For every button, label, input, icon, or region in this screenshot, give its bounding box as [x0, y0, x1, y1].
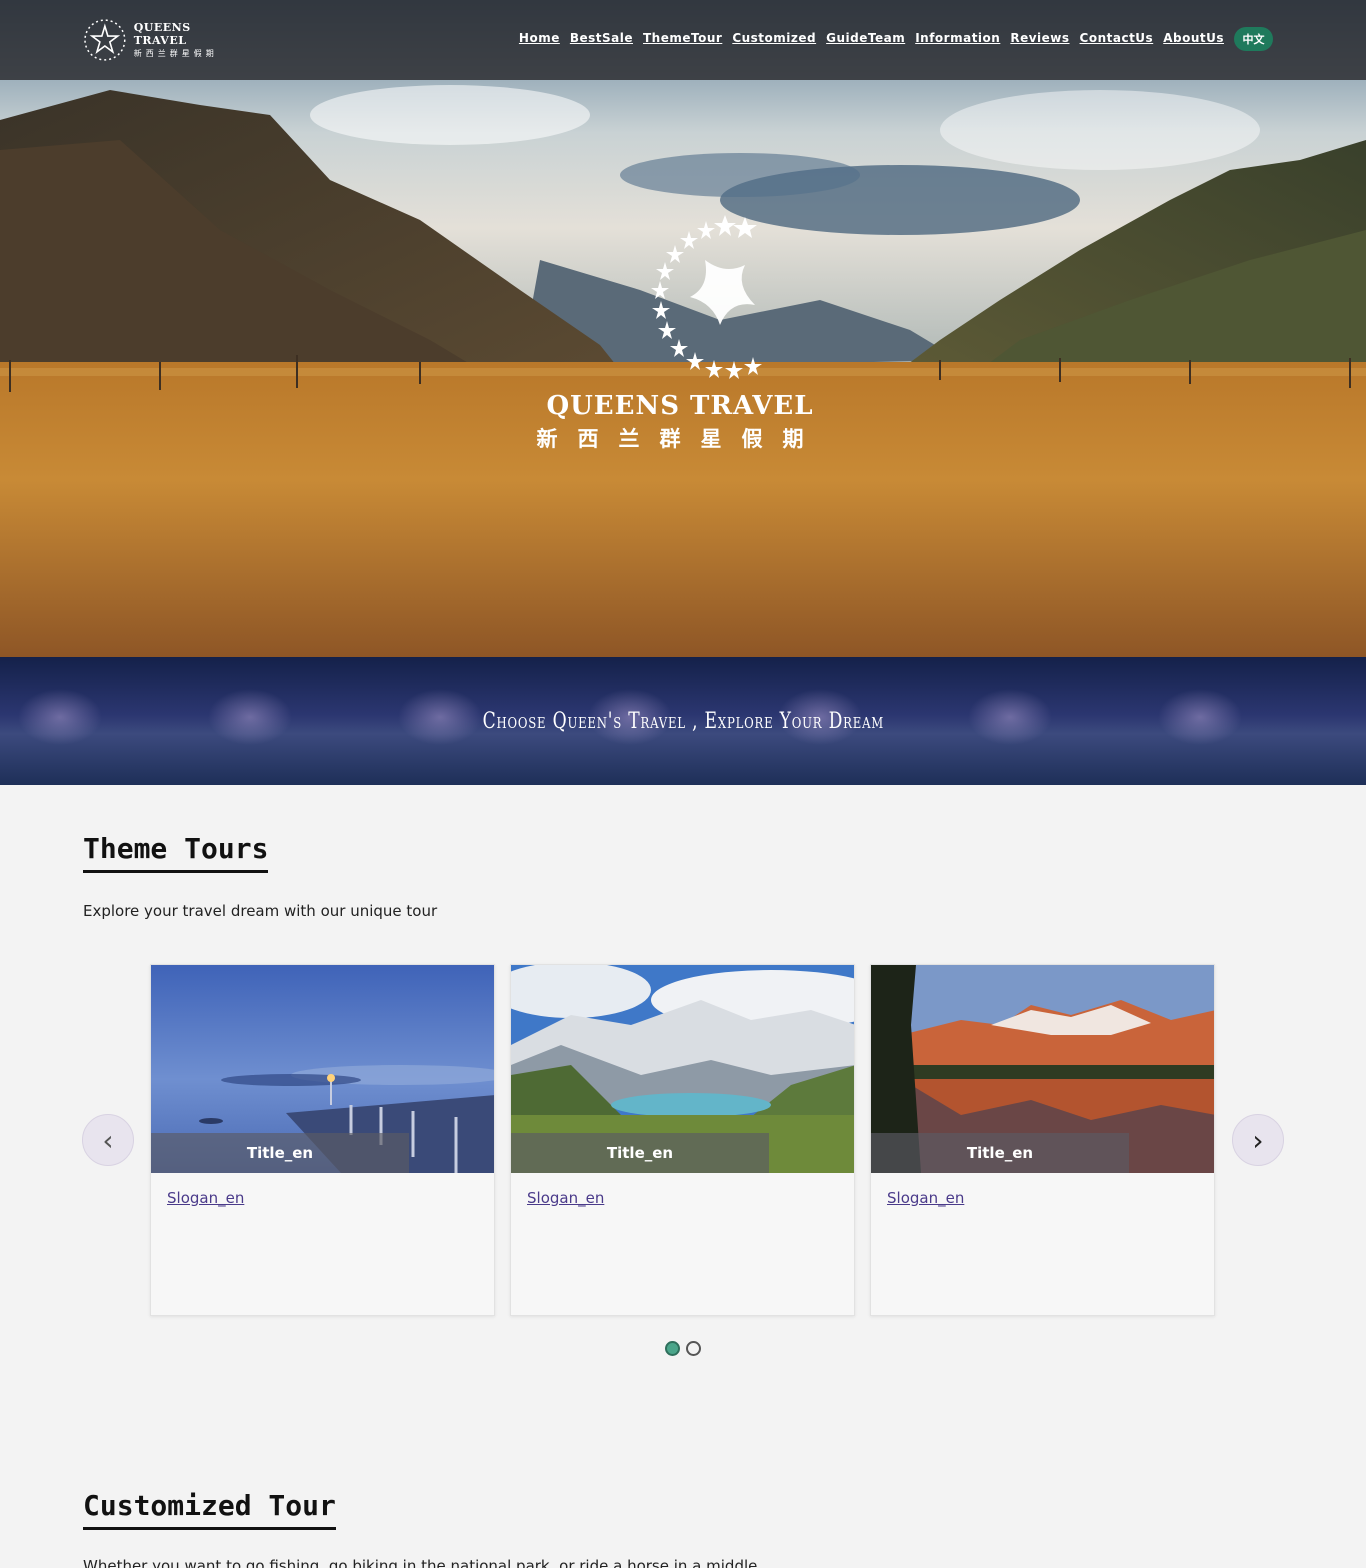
nav-item-guideteam[interactable]: GuideTeam — [826, 31, 905, 45]
logo-star-icon — [84, 19, 126, 61]
slogan-banner: Choose Queen's Travel , Explore Your Dre… — [0, 657, 1366, 785]
hero-banner: Queens Travel 新西兰群星假期 Home BestSale Them… — [0, 0, 1366, 657]
tour-photo-sunset-mountain-reflection: Title_en — [871, 965, 1214, 1173]
tour-photo-lake-pier: Title_en — [151, 965, 494, 1173]
nav-item-themetour[interactable]: ThemeTour — [643, 31, 722, 45]
tour-title: Title_en — [871, 1133, 1129, 1173]
nav-item-bestsale[interactable]: BestSale — [570, 31, 633, 45]
tour-card[interactable]: Title_en Slogan_en — [870, 964, 1215, 1316]
hero-star-emblem-icon — [651, 215, 762, 379]
carousel-pagination — [665, 1341, 701, 1356]
logo-text-en: Queens Travel — [133, 21, 191, 47]
hero-logo-text-cn: 新西兰群星假期 — [536, 427, 824, 451]
nav-item-information[interactable]: Information — [915, 31, 1000, 45]
customized-tour-description: Whether you want to go fishing, go bikin… — [83, 1557, 758, 1568]
tour-photo-snow-mountain-lake: Title_en — [511, 965, 854, 1173]
carousel-next-button[interactable]: › — [1232, 1114, 1284, 1166]
tour-card[interactable]: Title_en Slogan_en — [510, 964, 855, 1316]
theme-tours-title: Theme Tours — [83, 832, 269, 873]
carousel-prev-button[interactable]: ‹ — [82, 1114, 134, 1166]
customized-tour-title: Customized Tour — [83, 1489, 336, 1530]
carousel-dot-1[interactable] — [665, 1341, 680, 1356]
tour-title: Title_en — [511, 1133, 769, 1173]
hero-logo-text-en: Queens Travel — [546, 391, 814, 421]
site-logo[interactable]: Queens Travel 新西兰群星假期 — [82, 15, 247, 65]
slogan-text: Choose Queen's Travel , Explore Your Dre… — [482, 708, 884, 734]
nav-item-aboutus[interactable]: AboutUs — [1163, 31, 1224, 45]
carousel-dot-2[interactable] — [686, 1341, 701, 1356]
chevron-right-icon: › — [1252, 1123, 1264, 1157]
top-navbar: Queens Travel 新西兰群星假期 Home BestSale Them… — [0, 0, 1366, 80]
language-toggle-button[interactable]: 中文 — [1234, 27, 1273, 51]
nav-item-home[interactable]: Home — [519, 31, 560, 45]
hero-logo: Queens Travel 新西兰群星假期 — [530, 205, 830, 455]
tour-title: Title_en — [151, 1133, 409, 1173]
chevron-left-icon: ‹ — [102, 1123, 114, 1157]
main-menu: Home BestSale ThemeTour Customized Guide… — [519, 27, 1224, 46]
nav-item-customized[interactable]: Customized — [732, 31, 816, 45]
nav-item-contactus[interactable]: ContactUs — [1080, 31, 1154, 45]
logo-text-cn: 新西兰群星假期 — [133, 49, 218, 58]
nav-item-reviews[interactable]: Reviews — [1010, 31, 1069, 45]
tour-slogan-link[interactable]: Slogan_en — [887, 1189, 964, 1207]
tour-card[interactable]: Title_en Slogan_en — [150, 964, 495, 1316]
tour-slogan-link[interactable]: Slogan_en — [527, 1189, 604, 1207]
theme-tours-description: Explore your travel dream with our uniqu… — [83, 902, 438, 920]
tour-slogan-link[interactable]: Slogan_en — [167, 1189, 244, 1207]
